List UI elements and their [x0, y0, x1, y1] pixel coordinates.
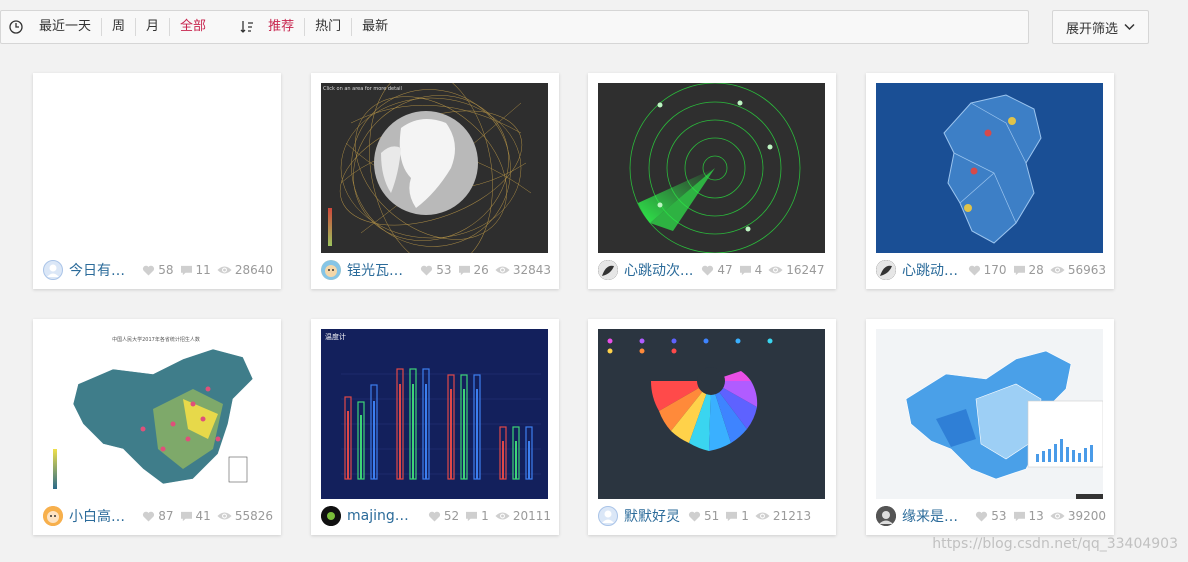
rose-chart-image [607, 338, 773, 451]
card-title[interactable]: 心跳动次... [902, 260, 960, 280]
like-count[interactable]: 51 [688, 509, 719, 523]
card-footer: majingwen... 52 1 20111 [321, 505, 551, 527]
chart-card[interactable]: 缘来是你gi 53 13 39200 [866, 319, 1114, 535]
chart-card[interactable]: 心跳动次... 170 28 56963 [866, 73, 1114, 289]
radar-scan-image [629, 83, 801, 253]
comment-count[interactable]: 1 [725, 509, 749, 523]
chart-thumbnail[interactable] [598, 83, 825, 253]
chart-thumbnail[interactable] [598, 329, 825, 499]
expand-filter-button[interactable]: 展开筛选 [1052, 10, 1149, 44]
avatar[interactable] [321, 506, 341, 526]
like-count[interactable]: 53 [975, 509, 1007, 523]
china-map-image: 中国人民大学2017年各省统计招生人数 [53, 336, 254, 489]
sort-recommended[interactable]: 推荐 [258, 18, 304, 36]
card-title[interactable]: 今日有约360 [69, 260, 134, 280]
view-count: 20111 [495, 509, 551, 523]
comment-count[interactable]: 1 [465, 509, 489, 523]
flight-globe-image: Click on an area for more detail [323, 83, 532, 253]
like-count[interactable]: 87 [142, 509, 174, 523]
chart-thumbnail[interactable] [876, 329, 1103, 499]
comment-count[interactable]: 28 [1013, 263, 1044, 277]
comment-count[interactable]: 41 [180, 509, 211, 523]
chart-thumbnail[interactable] [43, 83, 270, 253]
card-footer: 心跳动次... 170 28 56963 [876, 259, 1106, 281]
like-count[interactable]: 47 [701, 263, 733, 277]
chart-thumbnail[interactable]: 温度计 [321, 329, 548, 499]
view-count: 16247 [768, 263, 824, 277]
comment-count[interactable]: 4 [739, 263, 762, 277]
comment-count[interactable]: 11 [180, 263, 211, 277]
expand-filter-label: 展开筛选 [1065, 21, 1118, 37]
comment-count[interactable]: 13 [1013, 509, 1044, 523]
card-title[interactable]: 默默好灵 [624, 506, 680, 526]
card-footer: 默默好灵 51 1 21213 [598, 505, 828, 527]
chevron-down-icon [1124, 23, 1135, 31]
view-count: 32843 [495, 263, 551, 277]
avatar[interactable] [43, 506, 63, 526]
like-count[interactable]: 52 [428, 509, 459, 523]
chart-card[interactable]: Click on an area for more detail 锃光瓦亮6..… [311, 73, 559, 289]
filter-week[interactable]: 周 [102, 18, 135, 36]
card-title[interactable]: 心跳动次... [624, 260, 693, 280]
sort-popular[interactable]: 热门 [305, 18, 351, 36]
chart-thumbnail[interactable]: Click on an area for more detail [321, 83, 548, 253]
avatar[interactable] [43, 260, 63, 280]
thumb-caption: 中国人民大学2017年各省统计招生人数 [112, 336, 200, 343]
chart-thumbnail[interactable] [876, 83, 1103, 253]
sort-newest[interactable]: 最新 [352, 18, 398, 36]
chart-card[interactable]: 心跳动次... 47 4 16247 [588, 73, 836, 289]
province-map-image [943, 94, 1042, 244]
watermark: https://blog.csdn.net/qq_33404903 [932, 536, 1178, 552]
china-map-popup-image [905, 350, 1103, 499]
avatar[interactable] [598, 506, 618, 526]
card-title[interactable]: 缘来是你gi [902, 506, 967, 526]
card-footer: 小白高被... 87 41 55826 [43, 505, 273, 527]
like-count[interactable]: 53 [420, 263, 452, 277]
view-count: 56963 [1050, 263, 1106, 277]
avatar[interactable] [598, 260, 618, 280]
card-footer: 锃光瓦亮6... 53 26 32843 [321, 259, 551, 281]
view-count: 28640 [217, 263, 273, 277]
filter-bar: 最近一天 周 月 全部 推荐 热门 最新 [0, 10, 1029, 44]
card-footer: 心跳动次... 47 4 16247 [598, 259, 828, 281]
card-title[interactable]: 小白高被... [69, 506, 134, 526]
chart-card[interactable]: 今日有约360 58 11 28640 [33, 73, 281, 289]
chart-card[interactable]: 温度计 majingwen... 52 1 20111 [311, 319, 559, 535]
chart-card[interactable]: 默默好灵 51 1 21213 [588, 319, 836, 535]
thermometer-bar-image: 温度计 [325, 332, 541, 480]
like-count[interactable]: 58 [142, 263, 174, 277]
avatar[interactable] [321, 260, 341, 280]
card-title[interactable]: majingwen... [347, 508, 420, 524]
chart-thumbnail[interactable]: 中国人民大学2017年各省统计招生人数 [43, 329, 270, 499]
sort-icon [240, 21, 254, 33]
avatar[interactable] [876, 506, 896, 526]
comment-count[interactable]: 26 [458, 263, 489, 277]
view-count: 39200 [1050, 509, 1106, 523]
filter-month[interactable]: 月 [136, 18, 169, 36]
card-footer: 今日有约360 58 11 28640 [43, 259, 273, 281]
filter-last-day[interactable]: 最近一天 [29, 18, 101, 36]
thumb-caption: Click on an area for more detail [323, 86, 402, 92]
clock-icon [9, 20, 23, 34]
thumb-caption: 温度计 [325, 332, 346, 341]
card-title[interactable]: 锃光瓦亮6... [347, 260, 412, 280]
chart-card[interactable]: 中国人民大学2017年各省统计招生人数 小白高被... 87 41 55826 [33, 319, 281, 535]
like-count[interactable]: 170 [968, 263, 1007, 277]
card-footer: 缘来是你gi 53 13 39200 [876, 505, 1106, 527]
filter-all[interactable]: 全部 [170, 18, 216, 36]
view-count: 55826 [217, 509, 273, 523]
view-count: 21213 [755, 509, 811, 523]
avatar[interactable] [876, 260, 896, 280]
